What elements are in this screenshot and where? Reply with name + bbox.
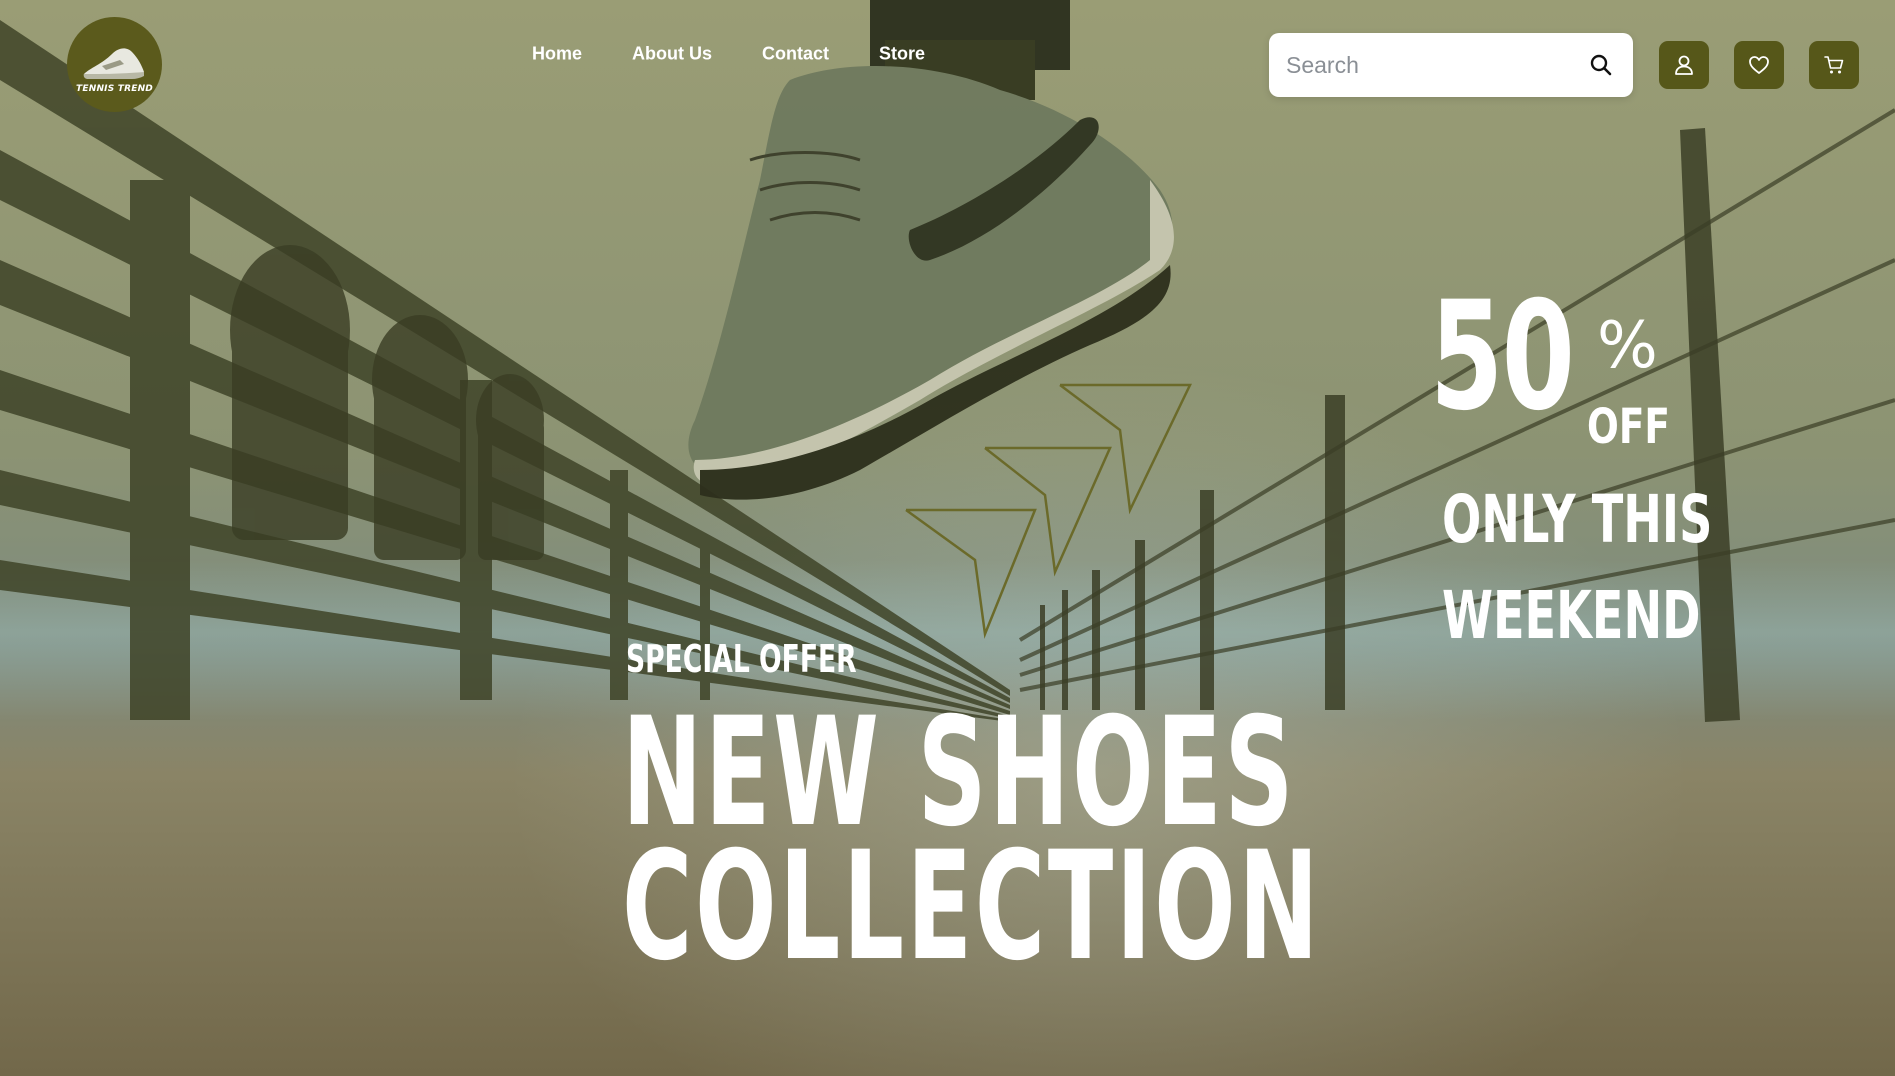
nav-contact[interactable]: Contact xyxy=(762,44,829,65)
nav-store[interactable]: Store xyxy=(879,44,925,65)
wishlist-button[interactable] xyxy=(1734,41,1784,89)
sneaker-image xyxy=(688,0,1174,500)
special-offer-label: SPECIAL OFFER xyxy=(626,637,857,681)
off-label: OFF xyxy=(1587,399,1670,455)
search-icon[interactable] xyxy=(1589,53,1613,82)
promo-line-2: WEEKEND xyxy=(1442,577,1701,654)
decorative-chevrons xyxy=(905,383,1192,639)
hero-title-line-2: COLLECTION xyxy=(622,820,1322,994)
cart-icon xyxy=(1824,56,1844,74)
search-box xyxy=(1269,33,1633,97)
nav-home[interactable]: Home xyxy=(532,44,582,65)
discount-number: 50 xyxy=(1430,270,1575,444)
discount-badge: 50 % OFF xyxy=(1380,282,1680,460)
heart-icon xyxy=(1749,56,1769,74)
account-button[interactable] xyxy=(1659,41,1709,89)
search-input[interactable] xyxy=(1284,50,1578,80)
logo-text: TENNIS TREND xyxy=(76,83,153,94)
main-nav: Home About Us Contact Store xyxy=(532,44,925,65)
promo-line-1: ONLY THIS xyxy=(1442,481,1713,558)
cart-button[interactable] xyxy=(1809,41,1859,89)
brand-logo[interactable]: TENNIS TREND xyxy=(67,17,162,112)
nav-about-us[interactable]: About Us xyxy=(632,44,712,65)
percent-sign: % xyxy=(1597,309,1658,383)
discount-promo: 50 % OFF ONLY THIS WEEKEND xyxy=(1380,282,1712,649)
sneaker-logo-icon xyxy=(83,47,144,79)
user-icon xyxy=(1675,55,1693,75)
